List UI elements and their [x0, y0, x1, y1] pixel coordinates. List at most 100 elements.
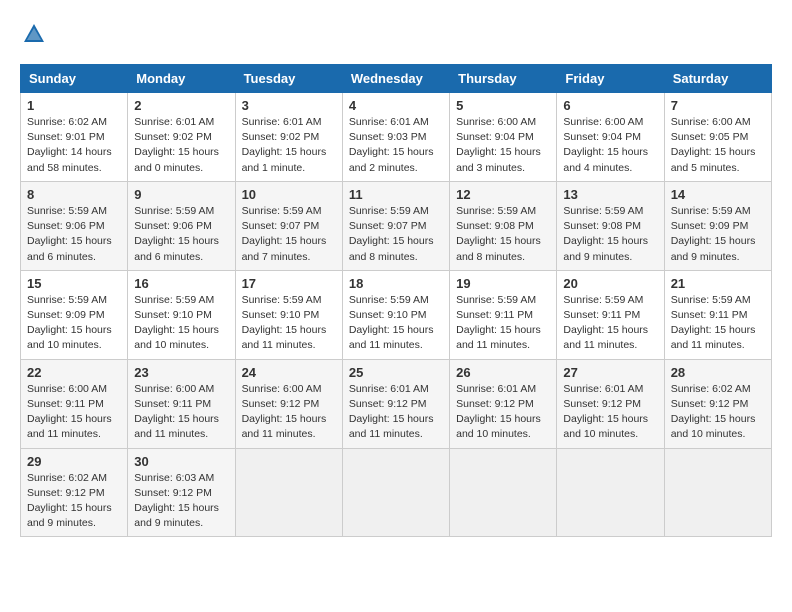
calendar-week-4: 22 Sunrise: 6:00 AM Sunset: 9:11 PM Dayl… [21, 359, 772, 448]
calendar-cell [342, 448, 449, 537]
calendar-week-2: 8 Sunrise: 5:59 AM Sunset: 9:06 PM Dayli… [21, 181, 772, 270]
day-number: 27 [563, 365, 657, 380]
day-number: 28 [671, 365, 765, 380]
day-info: Sunrise: 6:02 AM Sunset: 9:01 PM Dayligh… [27, 115, 121, 176]
day-number: 29 [27, 454, 121, 469]
calendar-cell [235, 448, 342, 537]
day-info: Sunrise: 5:59 AM Sunset: 9:08 PM Dayligh… [563, 204, 657, 265]
calendar-cell: 7 Sunrise: 6:00 AM Sunset: 9:05 PM Dayli… [664, 93, 771, 182]
day-info: Sunrise: 5:59 AM Sunset: 9:11 PM Dayligh… [456, 293, 550, 354]
calendar-cell: 6 Sunrise: 6:00 AM Sunset: 9:04 PM Dayli… [557, 93, 664, 182]
day-number: 23 [134, 365, 228, 380]
day-info: Sunrise: 6:01 AM Sunset: 9:12 PM Dayligh… [456, 382, 550, 443]
day-number: 18 [349, 276, 443, 291]
day-number: 4 [349, 98, 443, 113]
calendar-cell: 19 Sunrise: 5:59 AM Sunset: 9:11 PM Dayl… [450, 270, 557, 359]
day-info: Sunrise: 6:00 AM Sunset: 9:12 PM Dayligh… [242, 382, 336, 443]
calendar-cell: 15 Sunrise: 5:59 AM Sunset: 9:09 PM Dayl… [21, 270, 128, 359]
day-info: Sunrise: 5:59 AM Sunset: 9:11 PM Dayligh… [671, 293, 765, 354]
day-number: 2 [134, 98, 228, 113]
calendar-cell: 12 Sunrise: 5:59 AM Sunset: 9:08 PM Dayl… [450, 181, 557, 270]
day-number: 30 [134, 454, 228, 469]
calendar-cell: 4 Sunrise: 6:01 AM Sunset: 9:03 PM Dayli… [342, 93, 449, 182]
day-number: 26 [456, 365, 550, 380]
day-number: 3 [242, 98, 336, 113]
day-number: 21 [671, 276, 765, 291]
day-info: Sunrise: 6:01 AM Sunset: 9:02 PM Dayligh… [134, 115, 228, 176]
calendar-table: SundayMondayTuesdayWednesdayThursdayFrid… [20, 64, 772, 537]
day-info: Sunrise: 6:02 AM Sunset: 9:12 PM Dayligh… [27, 471, 121, 532]
day-info: Sunrise: 6:01 AM Sunset: 9:02 PM Dayligh… [242, 115, 336, 176]
calendar-week-3: 15 Sunrise: 5:59 AM Sunset: 9:09 PM Dayl… [21, 270, 772, 359]
day-info: Sunrise: 5:59 AM Sunset: 9:06 PM Dayligh… [134, 204, 228, 265]
day-number: 20 [563, 276, 657, 291]
day-number: 15 [27, 276, 121, 291]
calendar-week-5: 29 Sunrise: 6:02 AM Sunset: 9:12 PM Dayl… [21, 448, 772, 537]
day-number: 1 [27, 98, 121, 113]
calendar-cell: 29 Sunrise: 6:02 AM Sunset: 9:12 PM Dayl… [21, 448, 128, 537]
day-number: 5 [456, 98, 550, 113]
day-info: Sunrise: 5:59 AM Sunset: 9:08 PM Dayligh… [456, 204, 550, 265]
calendar-cell: 27 Sunrise: 6:01 AM Sunset: 9:12 PM Dayl… [557, 359, 664, 448]
calendar-week-1: 1 Sunrise: 6:02 AM Sunset: 9:01 PM Dayli… [21, 93, 772, 182]
calendar-cell: 18 Sunrise: 5:59 AM Sunset: 9:10 PM Dayl… [342, 270, 449, 359]
calendar-cell: 30 Sunrise: 6:03 AM Sunset: 9:12 PM Dayl… [128, 448, 235, 537]
day-info: Sunrise: 6:00 AM Sunset: 9:04 PM Dayligh… [563, 115, 657, 176]
calendar-cell: 28 Sunrise: 6:02 AM Sunset: 9:12 PM Dayl… [664, 359, 771, 448]
day-number: 10 [242, 187, 336, 202]
day-number: 13 [563, 187, 657, 202]
day-info: Sunrise: 6:01 AM Sunset: 9:03 PM Dayligh… [349, 115, 443, 176]
day-number: 22 [27, 365, 121, 380]
day-number: 9 [134, 187, 228, 202]
calendar-cell: 3 Sunrise: 6:01 AM Sunset: 9:02 PM Dayli… [235, 93, 342, 182]
day-number: 14 [671, 187, 765, 202]
calendar-cell [450, 448, 557, 537]
day-info: Sunrise: 6:00 AM Sunset: 9:04 PM Dayligh… [456, 115, 550, 176]
calendar-cell: 10 Sunrise: 5:59 AM Sunset: 9:07 PM Dayl… [235, 181, 342, 270]
day-info: Sunrise: 6:01 AM Sunset: 9:12 PM Dayligh… [563, 382, 657, 443]
calendar-cell [557, 448, 664, 537]
calendar-cell: 2 Sunrise: 6:01 AM Sunset: 9:02 PM Dayli… [128, 93, 235, 182]
day-info: Sunrise: 5:59 AM Sunset: 9:10 PM Dayligh… [242, 293, 336, 354]
day-number: 8 [27, 187, 121, 202]
day-info: Sunrise: 6:00 AM Sunset: 9:05 PM Dayligh… [671, 115, 765, 176]
calendar-cell: 24 Sunrise: 6:00 AM Sunset: 9:12 PM Dayl… [235, 359, 342, 448]
day-info: Sunrise: 6:03 AM Sunset: 9:12 PM Dayligh… [134, 471, 228, 532]
calendar-cell: 9 Sunrise: 5:59 AM Sunset: 9:06 PM Dayli… [128, 181, 235, 270]
day-number: 12 [456, 187, 550, 202]
weekday-header-tuesday: Tuesday [235, 65, 342, 93]
calendar-cell: 20 Sunrise: 5:59 AM Sunset: 9:11 PM Dayl… [557, 270, 664, 359]
calendar-cell: 25 Sunrise: 6:01 AM Sunset: 9:12 PM Dayl… [342, 359, 449, 448]
day-number: 17 [242, 276, 336, 291]
calendar-cell: 26 Sunrise: 6:01 AM Sunset: 9:12 PM Dayl… [450, 359, 557, 448]
weekday-header-saturday: Saturday [664, 65, 771, 93]
calendar-cell: 11 Sunrise: 5:59 AM Sunset: 9:07 PM Dayl… [342, 181, 449, 270]
calendar-cell: 14 Sunrise: 5:59 AM Sunset: 9:09 PM Dayl… [664, 181, 771, 270]
weekday-header-friday: Friday [557, 65, 664, 93]
day-number: 6 [563, 98, 657, 113]
day-info: Sunrise: 5:59 AM Sunset: 9:11 PM Dayligh… [563, 293, 657, 354]
weekday-header-monday: Monday [128, 65, 235, 93]
day-number: 11 [349, 187, 443, 202]
day-info: Sunrise: 6:00 AM Sunset: 9:11 PM Dayligh… [134, 382, 228, 443]
day-info: Sunrise: 5:59 AM Sunset: 9:10 PM Dayligh… [134, 293, 228, 354]
calendar-cell: 16 Sunrise: 5:59 AM Sunset: 9:10 PM Dayl… [128, 270, 235, 359]
day-number: 19 [456, 276, 550, 291]
day-number: 7 [671, 98, 765, 113]
day-number: 16 [134, 276, 228, 291]
calendar-cell: 13 Sunrise: 5:59 AM Sunset: 9:08 PM Dayl… [557, 181, 664, 270]
calendar-cell: 22 Sunrise: 6:00 AM Sunset: 9:11 PM Dayl… [21, 359, 128, 448]
weekday-header-thursday: Thursday [450, 65, 557, 93]
day-info: Sunrise: 6:02 AM Sunset: 9:12 PM Dayligh… [671, 382, 765, 443]
day-info: Sunrise: 6:00 AM Sunset: 9:11 PM Dayligh… [27, 382, 121, 443]
calendar-cell: 23 Sunrise: 6:00 AM Sunset: 9:11 PM Dayl… [128, 359, 235, 448]
calendar-cell [664, 448, 771, 537]
page-header [20, 20, 772, 48]
day-info: Sunrise: 5:59 AM Sunset: 9:07 PM Dayligh… [242, 204, 336, 265]
day-info: Sunrise: 5:59 AM Sunset: 9:06 PM Dayligh… [27, 204, 121, 265]
weekday-header-wednesday: Wednesday [342, 65, 449, 93]
calendar-cell: 1 Sunrise: 6:02 AM Sunset: 9:01 PM Dayli… [21, 93, 128, 182]
calendar-cell: 17 Sunrise: 5:59 AM Sunset: 9:10 PM Dayl… [235, 270, 342, 359]
calendar-cell: 21 Sunrise: 5:59 AM Sunset: 9:11 PM Dayl… [664, 270, 771, 359]
logo-icon [20, 20, 48, 48]
